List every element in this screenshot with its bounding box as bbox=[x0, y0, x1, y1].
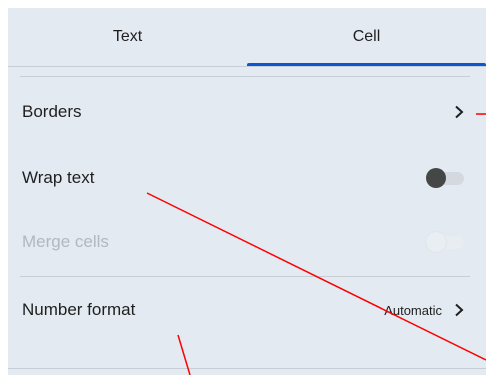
tab-cell-label: Cell bbox=[352, 28, 381, 45]
borders-row[interactable]: Borders bbox=[8, 82, 486, 142]
toggle-thumb bbox=[426, 232, 446, 252]
wrap-text-row[interactable]: Wrap text bbox=[8, 148, 486, 208]
merge-cells-toggle[interactable] bbox=[426, 232, 466, 252]
number-format-value: Automatic bbox=[384, 302, 442, 318]
tab-cell[interactable]: Cell bbox=[247, 8, 486, 66]
wrap-text-toggle[interactable] bbox=[426, 168, 466, 188]
bottom-edge bbox=[8, 368, 486, 375]
tab-text-label: Text bbox=[112, 28, 143, 45]
number-format-label: Number format bbox=[22, 300, 136, 319]
format-panel: Text Cell Borders Wrap text Merge cells … bbox=[8, 8, 486, 375]
tab-bar: Text Cell bbox=[8, 8, 486, 66]
merge-cells-label: Merge cells bbox=[22, 232, 109, 251]
number-format-row[interactable]: Number format Automatic bbox=[8, 280, 486, 340]
section-divider bbox=[20, 276, 470, 277]
chevron-right-icon bbox=[452, 105, 466, 119]
borders-label: Borders bbox=[22, 102, 82, 121]
chevron-right-icon bbox=[452, 303, 466, 317]
tab-text[interactable]: Text bbox=[8, 8, 247, 66]
toggle-thumb bbox=[426, 168, 446, 188]
wrap-text-label: Wrap text bbox=[22, 168, 95, 187]
merge-cells-row[interactable]: Merge cells bbox=[8, 212, 486, 272]
tab-bar-border bbox=[8, 66, 486, 67]
section-divider bbox=[20, 76, 470, 77]
